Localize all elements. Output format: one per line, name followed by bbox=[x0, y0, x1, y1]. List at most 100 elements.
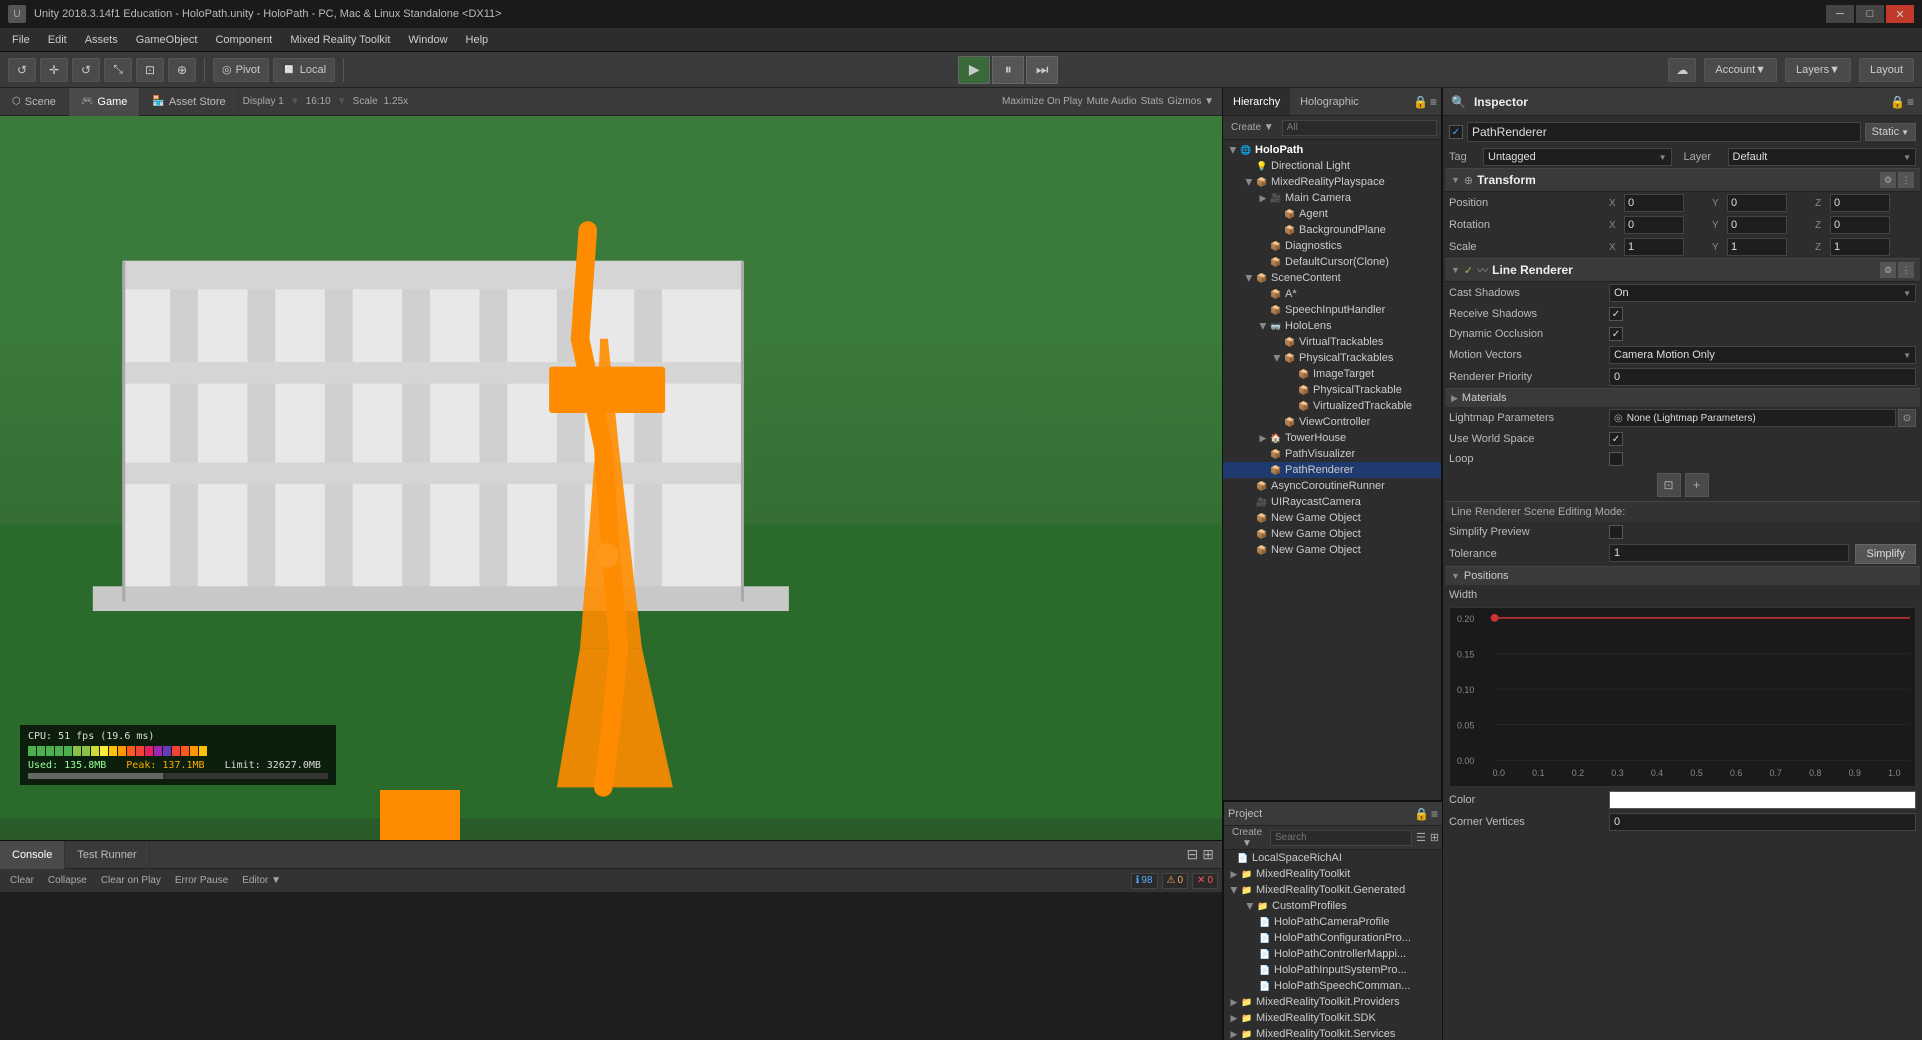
project-item-ctrlprofile[interactable]: 📄 HoloPathControllerMappi... bbox=[1224, 946, 1442, 962]
layers-button[interactable]: Layers ▼ bbox=[1785, 58, 1851, 82]
step-button[interactable]: ⏭ bbox=[1026, 56, 1058, 84]
tree-item-asyncrunner[interactable]: 📦 AsyncCoroutineRunner bbox=[1223, 478, 1441, 494]
mute-audio[interactable]: Mute Audio bbox=[1087, 96, 1137, 107]
cloud-button[interactable]: ☁ bbox=[1668, 58, 1696, 82]
project-lock-btn[interactable]: 🔒 bbox=[1414, 807, 1429, 821]
lineren-settings-btn[interactable]: ⚙ bbox=[1880, 262, 1896, 278]
materials-header[interactable]: ▶ Materials bbox=[1445, 388, 1920, 407]
tag-field[interactable]: Untagged bbox=[1483, 148, 1672, 166]
tab-asset-store[interactable]: 🏪 Asset Store bbox=[140, 88, 238, 116]
tab-console[interactable]: Console bbox=[0, 841, 65, 869]
tree-item-newobj3[interactable]: 📦 New Game Object bbox=[1223, 542, 1441, 558]
inspector-lock-btn[interactable]: 🔒 bbox=[1890, 95, 1905, 109]
project-item-localspace[interactable]: 📄 LocalSpaceRichAI bbox=[1224, 850, 1442, 866]
pivot-toggle[interactable]: ◎ Pivot bbox=[213, 58, 269, 82]
component-icon-btn[interactable]: ⊡ bbox=[1657, 473, 1681, 497]
project-item-mrtk-sdk[interactable]: ▶ 📁 MixedRealityToolkit.SDK bbox=[1224, 1010, 1442, 1026]
color-preview[interactable] bbox=[1609, 791, 1916, 809]
menu-component[interactable]: Component bbox=[207, 32, 280, 48]
layout-button[interactable]: Layout bbox=[1859, 58, 1914, 82]
rotation-x-field[interactable] bbox=[1624, 216, 1684, 234]
clear-on-play-button[interactable]: Clear on Play bbox=[95, 873, 167, 888]
project-menu-btn[interactable]: ≡ bbox=[1431, 807, 1438, 821]
tree-item-imagetarget[interactable]: 📦 ImageTarget bbox=[1223, 366, 1441, 382]
simplify-preview-check[interactable] bbox=[1609, 525, 1623, 539]
scale-x-field[interactable] bbox=[1624, 238, 1684, 256]
tool-transform[interactable]: ⊕ bbox=[168, 58, 196, 82]
gizmos-btn[interactable]: Gizmos ▼ bbox=[1167, 96, 1214, 107]
local-toggle[interactable]: 🔲 Local bbox=[273, 58, 335, 82]
maximize-on-play[interactable]: Maximize On Play bbox=[1002, 96, 1083, 107]
tree-item-newobj2[interactable]: 📦 New Game Object bbox=[1223, 526, 1441, 542]
hierarchy-search[interactable] bbox=[1282, 120, 1437, 136]
menu-file[interactable]: File bbox=[4, 32, 38, 48]
tree-item-diagnostics[interactable]: 📦 Diagnostics bbox=[1223, 238, 1441, 254]
inspector-menu-btn[interactable]: ≡ bbox=[1907, 95, 1914, 109]
tree-item-bgplane[interactable]: 📦 BackgroundPlane bbox=[1223, 222, 1441, 238]
line-renderer-header[interactable]: ▼ ✓ 〰 Line Renderer ⚙ ⋮ bbox=[1445, 258, 1920, 282]
dynamic-occlusion-check[interactable] bbox=[1609, 327, 1623, 341]
object-name-input[interactable] bbox=[1467, 122, 1861, 142]
component-add-btn[interactable]: + bbox=[1685, 473, 1709, 497]
account-button[interactable]: Account ▼ bbox=[1704, 58, 1777, 82]
width-graph[interactable]: 0.20 0.15 0.10 0.05 0.00 0.0 0.1 0.2 0.3… bbox=[1449, 607, 1916, 787]
tree-item-virttrack[interactable]: 📦 VirtualTrackables bbox=[1223, 334, 1441, 350]
lightmap-params-field[interactable]: ◎ None (Lightmap Parameters) bbox=[1609, 409, 1896, 427]
tool-rect[interactable]: ⊡ bbox=[136, 58, 164, 82]
project-item-configprofile[interactable]: 📄 HoloPathConfigurationPro... bbox=[1224, 930, 1442, 946]
tree-item-dirlight[interactable]: 💡 Directional Light bbox=[1223, 158, 1441, 174]
positions-header[interactable]: ▼ Positions bbox=[1445, 566, 1920, 585]
game-viewport[interactable]: CPU: 51 fps (19.6 ms) bbox=[0, 116, 1222, 840]
hierarchy-create-btn[interactable]: Create ▼ bbox=[1227, 120, 1278, 135]
tree-item-newobj1[interactable]: 📦 New Game Object bbox=[1223, 510, 1441, 526]
scale-y-field[interactable] bbox=[1727, 238, 1787, 256]
corner-vertices-field[interactable] bbox=[1609, 813, 1916, 831]
tree-item-defaultcursor[interactable]: 📦 DefaultCursor(Clone) bbox=[1223, 254, 1441, 270]
use-world-space-check[interactable] bbox=[1609, 432, 1623, 446]
tree-item-astar[interactable]: 📦 A* bbox=[1223, 286, 1441, 302]
console-collapse-btn[interactable]: ⊟ bbox=[1187, 846, 1199, 863]
layer-field[interactable]: Default bbox=[1728, 148, 1917, 166]
project-search[interactable] bbox=[1270, 830, 1412, 846]
hierarchy-lock-btn[interactable]: 🔒 bbox=[1413, 95, 1428, 109]
project-item-mrtk-gen[interactable]: ▶ 📁 MixedRealityToolkit.Generated bbox=[1224, 882, 1442, 898]
tree-item-pathrenderer[interactable]: 📦 PathRenderer bbox=[1223, 462, 1441, 478]
tab-test-runner[interactable]: Test Runner bbox=[65, 841, 149, 869]
tab-hierarchy[interactable]: Hierarchy bbox=[1223, 88, 1290, 116]
tree-item-hololens[interactable]: ▶ 🥽 HoloLens bbox=[1223, 318, 1441, 334]
tab-scene[interactable]: ⬡ Scene bbox=[0, 88, 69, 116]
tree-item-virttrackable[interactable]: 📦 VirtualizedTrackable bbox=[1223, 398, 1441, 414]
console-expand-btn[interactable]: ⊞ bbox=[1202, 846, 1214, 863]
tree-item-agent[interactable]: 📦 Agent bbox=[1223, 206, 1441, 222]
transform-header[interactable]: ▼ ⊕ Transform ⚙ ⋮ bbox=[1445, 168, 1920, 192]
menu-assets[interactable]: Assets bbox=[77, 32, 126, 48]
tree-item-mixedreality[interactable]: ▶ 📦 MixedRealityPlayspace bbox=[1223, 174, 1441, 190]
play-button[interactable]: ▶ bbox=[958, 56, 990, 84]
clear-button[interactable]: Clear bbox=[4, 873, 40, 888]
tool-hand[interactable]: ↺ bbox=[8, 58, 36, 82]
menu-window[interactable]: Window bbox=[400, 32, 455, 48]
position-y-field[interactable] bbox=[1727, 194, 1787, 212]
transform-overflow-btn[interactable]: ⋮ bbox=[1898, 172, 1914, 188]
rotation-z-field[interactable] bbox=[1830, 216, 1890, 234]
rotation-y-field[interactable] bbox=[1727, 216, 1787, 234]
tool-rotate[interactable]: ↺ bbox=[72, 58, 100, 82]
collapse-button[interactable]: Collapse bbox=[42, 873, 93, 888]
minimize-button[interactable]: ─ bbox=[1826, 5, 1854, 23]
project-grid-btn[interactable]: ⊞ bbox=[1430, 831, 1439, 844]
tool-scale[interactable]: ⤡ bbox=[104, 58, 132, 82]
hierarchy-menu-btn[interactable]: ≡ bbox=[1430, 95, 1437, 109]
pause-button[interactable]: ⏸ bbox=[992, 56, 1024, 84]
tolerance-field[interactable] bbox=[1609, 544, 1849, 562]
motion-vectors-dropdown[interactable]: Camera Motion Only bbox=[1609, 346, 1916, 364]
tree-item-uiraycast[interactable]: 🎥 UIRaycastCamera bbox=[1223, 494, 1441, 510]
tab-holographic[interactable]: Holographic bbox=[1290, 88, 1369, 116]
project-item-mrtk-services[interactable]: ▶ 📁 MixedRealityToolkit.Services bbox=[1224, 1026, 1442, 1040]
project-create-btn[interactable]: Create ▼ bbox=[1228, 825, 1266, 851]
project-item-speechprofile[interactable]: 📄 HoloPathSpeechComman... bbox=[1224, 978, 1442, 994]
project-list-btn[interactable]: ☰ bbox=[1416, 831, 1426, 844]
tree-item-pathvisualizer[interactable]: 📦 PathVisualizer bbox=[1223, 446, 1441, 462]
tree-item-viewcontroller[interactable]: 📦 ViewController bbox=[1223, 414, 1441, 430]
tree-item-speechhandler[interactable]: 📦 SpeechInputHandler bbox=[1223, 302, 1441, 318]
tree-item-holopath[interactable]: ▶ 🌐 HoloPath bbox=[1223, 142, 1441, 158]
